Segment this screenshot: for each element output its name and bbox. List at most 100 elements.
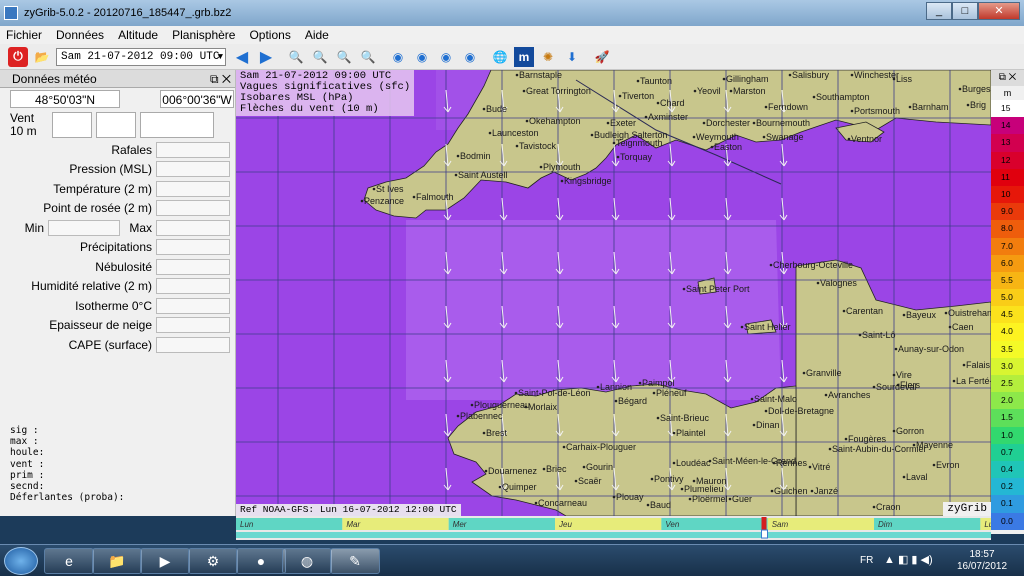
pan-left-icon[interactable]: ◉	[388, 47, 408, 67]
place-dot	[740, 325, 744, 329]
timeline-track	[236, 532, 991, 538]
place-label: Loudéac	[676, 458, 711, 468]
place-label: Fougères	[848, 434, 887, 444]
zygrib-taskbar-icon[interactable]: ✎	[330, 548, 380, 574]
place-label: Launceston	[492, 128, 539, 138]
power-icon[interactable]: ⏻	[8, 46, 28, 67]
wave-line: sig :	[10, 425, 39, 436]
pan-right-icon[interactable]: ◉	[412, 47, 432, 67]
explorer-icon[interactable]: 📁	[92, 548, 142, 574]
wave-line: prim :	[10, 469, 45, 481]
menu-options[interactable]: Options	[249, 28, 290, 42]
language-indicator[interactable]: FR	[860, 555, 873, 566]
place-dot	[514, 391, 518, 395]
legend-value: 1.0	[998, 426, 1024, 444]
place-label: Teignmouth	[616, 138, 663, 148]
menu-donnees[interactable]: Données	[56, 28, 104, 42]
next-arrow-icon[interactable]: ▶	[256, 47, 276, 67]
network-icon[interactable]: ⚙	[188, 548, 238, 574]
place-dot	[770, 489, 774, 493]
meteotable-icon[interactable]: m	[514, 46, 534, 67]
legend-swatch	[991, 220, 998, 238]
place-label: Portsmouth	[854, 106, 900, 116]
app-sphere-icon[interactable]: ●	[236, 548, 286, 574]
tray-icons[interactable]: ▲ ◧ ▮ ◀)	[884, 553, 933, 566]
place-dot	[470, 403, 474, 407]
minmax-row: Min Max	[0, 218, 235, 238]
date-select[interactable]: Sam 21-07-2012 09:00 UTC ▼	[56, 47, 226, 66]
place-label: Vire	[896, 370, 912, 380]
place-label: Plouay	[616, 492, 644, 502]
field-row: Point de rosée (2 m)	[0, 199, 235, 219]
legend-entry: 0.4	[991, 460, 1024, 479]
place-dot	[682, 287, 686, 291]
place-dot	[574, 479, 578, 483]
place-dot	[498, 485, 502, 489]
zoom-in-icon[interactable]: 🔍	[286, 47, 306, 67]
chrome-icon[interactable]: ◍	[282, 548, 332, 574]
legend-value: 15	[998, 100, 1024, 118]
weather-map[interactable]: Barnstaple Taunton Gillingham Salisbury Winc…	[236, 70, 991, 516]
place-label: Saint-Lô	[862, 330, 896, 340]
wind-arrow	[555, 197, 564, 221]
close-button[interactable]: ✕	[978, 2, 1020, 20]
place-label: Sourdeval	[876, 382, 917, 392]
place-dot	[764, 105, 768, 109]
pan-down-icon[interactable]: ◉	[460, 47, 480, 67]
legend-entry: 0.2	[991, 478, 1024, 496]
wave-band	[406, 220, 781, 400]
min-value	[48, 219, 120, 236]
place-label: La Ferté-Mace	[956, 376, 991, 386]
place-dot	[534, 501, 538, 505]
field-label: Pression (MSL)	[69, 162, 152, 177]
open-folder-icon[interactable]: 📂	[32, 47, 52, 67]
field-label: Isotherme 0°C	[75, 298, 152, 313]
previous-arrow-icon[interactable]: ◀	[232, 47, 252, 67]
zoom-out-icon[interactable]: 🔍	[310, 47, 330, 67]
timeline-cursor[interactable]	[761, 517, 767, 530]
menu-aide[interactable]: Aide	[305, 28, 329, 42]
legend-entry: 5.5	[991, 271, 1024, 290]
legend-entry: 7.0	[991, 237, 1024, 255]
legend-entry: 3.5	[991, 340, 1024, 358]
place-dot	[824, 393, 828, 397]
start-button[interactable]	[4, 547, 38, 575]
legend-entry: 0.0	[991, 512, 1024, 530]
timeline-handle[interactable]	[761, 529, 768, 539]
longitude-value: 006°00'36"W	[160, 90, 234, 108]
legend-swatch	[991, 100, 998, 118]
place-label: Quimper	[502, 482, 537, 492]
place-label: Plouguerneau	[474, 400, 530, 410]
field-row: Humidité relative (2 m)	[0, 277, 235, 297]
legend-swatch	[991, 151, 998, 169]
maximize-button[interactable]: □	[952, 2, 978, 20]
place-label: St Ives	[376, 184, 404, 194]
media-player-icon[interactable]: ▶	[140, 548, 190, 574]
model-reference: Ref NOAA-GFS: Lun 16-07-2012 12:00 UTC	[236, 504, 461, 516]
place-label: Bodmin	[460, 151, 491, 161]
zoom-area-icon[interactable]: 🔍	[334, 47, 354, 67]
animation-icon[interactable]: ✺	[538, 47, 558, 67]
pan-up-icon[interactable]: ◉	[436, 47, 456, 67]
ie-icon[interactable]: e	[44, 548, 94, 574]
globe-icon[interactable]: 🌐	[490, 47, 510, 67]
timeline-slider[interactable]: Lun Mar Mer Jeu Ven Sam Dim Lun	[236, 516, 991, 540]
minimize-button[interactable]: _	[926, 2, 952, 20]
zoom-all-icon[interactable]: 🔍	[358, 47, 378, 67]
place-label: Gorron	[896, 426, 924, 436]
legend-swatch	[991, 340, 998, 358]
place-dot	[810, 489, 814, 493]
place-dot	[850, 73, 854, 77]
place-dot	[850, 109, 854, 113]
wave-line: vent :	[10, 458, 45, 470]
menu-planisphere[interactable]: Planisphère	[172, 28, 235, 42]
clock[interactable]: 18:57 16/07/2012	[956, 549, 1008, 573]
download-icon[interactable]: ⬇	[562, 47, 582, 67]
menu-fichier[interactable]: Fichier	[6, 28, 42, 42]
place-label: Laval	[906, 472, 928, 482]
menu-altitude[interactable]: Altitude	[118, 28, 158, 42]
panel-close-icon[interactable]: ⧉ ✕	[210, 70, 231, 88]
place-label: Swanage	[766, 132, 804, 142]
rocket-icon[interactable]: 🚀	[592, 47, 612, 67]
place-dot	[802, 371, 806, 375]
